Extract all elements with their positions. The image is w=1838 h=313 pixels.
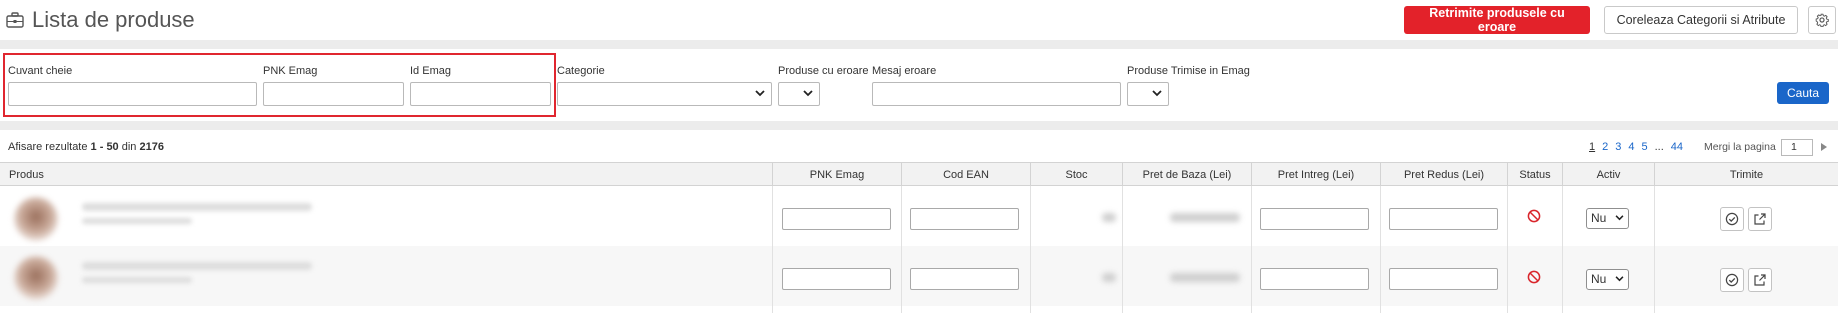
external-link-icon: [1754, 274, 1766, 286]
column-header-cod-ean: Cod EAN: [901, 163, 1030, 186]
produse-trimise-select[interactable]: [1127, 82, 1169, 106]
filter-panel: Cuvant cheie PNK Emag Id Emag Categorie …: [0, 49, 1838, 121]
check-circle-icon: [1725, 273, 1739, 287]
produse-trimise-label: Produse Trimise in Emag: [1127, 65, 1250, 77]
column-divider: [772, 186, 773, 313]
id-emag-input[interactable]: [410, 82, 551, 106]
pnk-emag-input[interactable]: [782, 208, 891, 230]
column-header-activ: Activ: [1562, 163, 1654, 186]
column-divider: [1562, 186, 1563, 313]
base-price-blurred: [1170, 213, 1240, 222]
chevron-down-icon: [1615, 215, 1624, 221]
briefcase-icon: [6, 12, 24, 28]
produse-cu-eroare-label: Produse cu eroare: [778, 65, 869, 77]
column-header-stoc: Stoc: [1030, 163, 1122, 186]
pnk-emag-input[interactable]: [782, 268, 891, 290]
confirm-send-button[interactable]: [1720, 207, 1744, 231]
id-emag-label: Id Emag: [410, 65, 451, 77]
retrimite-button[interactable]: Retrimite produsele cu eroare: [1404, 6, 1590, 34]
results-prefix: Afisare rezultate: [8, 141, 88, 153]
page-title: Lista de produse: [6, 5, 195, 35]
send-emag-button[interactable]: [1748, 207, 1772, 231]
stock-value-blurred: [1102, 213, 1116, 222]
send-emag-button[interactable]: [1748, 268, 1772, 292]
page-link-5[interactable]: 5: [1642, 141, 1648, 153]
column-divider: [1030, 186, 1031, 313]
page-link-2[interactable]: 2: [1602, 141, 1608, 153]
results-summary: Afisare rezultate 1 - 50 din 2176: [8, 141, 164, 153]
pagination: 1 2 3 4 5 ... 44: [1589, 141, 1683, 153]
pret-intreg-input[interactable]: [1260, 268, 1369, 290]
page-link-4[interactable]: 4: [1628, 141, 1634, 153]
base-price-blurred: [1170, 273, 1240, 282]
activ-select-value: Nu: [1591, 211, 1607, 225]
mesaj-eroare-input[interactable]: [872, 82, 1121, 106]
column-divider: [1122, 186, 1123, 313]
stock-value-blurred: [1102, 273, 1116, 282]
external-link-icon: [1754, 213, 1766, 225]
pret-redus-input[interactable]: [1389, 268, 1498, 290]
check-circle-icon: [1725, 212, 1739, 226]
column-divider: [901, 186, 902, 313]
gear-icon: [1815, 13, 1829, 27]
chevron-down-icon: [803, 90, 813, 97]
chevron-down-icon: [1615, 276, 1624, 282]
cuvant-cheie-label: Cuvant cheie: [8, 65, 73, 77]
column-divider: [1654, 186, 1655, 313]
confirm-send-button[interactable]: [1720, 268, 1744, 292]
settings-button[interactable]: [1808, 6, 1836, 34]
ban-icon: [1527, 209, 1541, 223]
mesaj-eroare-label: Mesaj eroare: [872, 65, 937, 77]
activ-select[interactable]: Nu: [1586, 208, 1629, 229]
chevron-down-icon: [755, 90, 765, 97]
pnk-emag-filter-label: PNK Emag: [263, 65, 318, 77]
cuvant-cheie-input[interactable]: [8, 82, 257, 106]
column-divider: [1251, 186, 1252, 313]
cod-ean-input[interactable]: [910, 208, 1019, 230]
activ-select-value: Nu: [1591, 272, 1607, 286]
product-name-blurred: [82, 203, 312, 211]
column-divider: [1507, 186, 1508, 313]
column-header-pret-intreg: Pret Intreg (Lei): [1251, 163, 1380, 186]
column-header-pret-baza: Pret de Baza (Lei): [1122, 163, 1251, 186]
cod-ean-input[interactable]: [910, 268, 1019, 290]
goto-page-label: Mergi la pagina: [1704, 141, 1776, 153]
chevron-down-icon: [1152, 90, 1162, 97]
produse-cu-eroare-select[interactable]: [778, 82, 820, 106]
search-button[interactable]: Cauta: [1777, 82, 1829, 104]
product-thumbnail: [14, 197, 58, 241]
product-sku-blurred: [82, 218, 192, 224]
pnk-emag-filter-input[interactable]: [263, 82, 404, 106]
column-divider: [1380, 186, 1381, 313]
goto-page-input[interactable]: 1: [1781, 139, 1813, 156]
product-name-blurred: [82, 262, 312, 270]
activ-select[interactable]: Nu: [1586, 269, 1629, 290]
page-header: Lista de produse Retrimite produsele cu …: [0, 0, 1838, 40]
column-header-status: Status: [1507, 163, 1562, 186]
ban-icon: [1527, 270, 1541, 284]
filter-separator-bottom: [0, 121, 1838, 130]
coreleaza-button[interactable]: Coreleaza Categorii si Atribute: [1604, 6, 1798, 34]
product-thumbnail: [14, 256, 58, 300]
results-din: din: [121, 141, 137, 153]
column-header-pret-redus: Pret Redus (Lei): [1380, 163, 1507, 186]
page-ellipsis: ...: [1654, 141, 1664, 153]
results-total: 2176: [139, 141, 164, 153]
page-title-text: Lista de produse: [32, 7, 195, 32]
table-header: Produs PNK Emag Cod EAN Stoc Pret de Baz…: [0, 162, 1838, 186]
column-header-produs: Produs: [9, 168, 44, 181]
results-range: 1 - 50: [90, 141, 119, 153]
page-link-1[interactable]: 1: [1589, 141, 1595, 153]
column-header-pnk-emag: PNK Emag: [772, 163, 901, 186]
categorie-label: Categorie: [557, 65, 605, 77]
pret-redus-input[interactable]: [1389, 208, 1498, 230]
next-page-icon[interactable]: [1821, 143, 1827, 151]
product-sku-blurred: [82, 277, 192, 283]
filter-separator-top: [0, 40, 1838, 49]
page-link-last[interactable]: 44: [1671, 141, 1683, 153]
column-header-trimite: Trimite: [1654, 163, 1838, 186]
pret-intreg-input[interactable]: [1260, 208, 1369, 230]
categorie-select[interactable]: [557, 82, 772, 106]
page-link-3[interactable]: 3: [1615, 141, 1621, 153]
